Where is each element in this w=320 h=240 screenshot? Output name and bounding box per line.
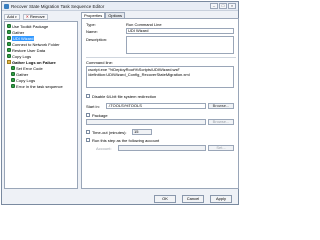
command-line-field[interactable]: cscript.exe "%DeployRoot%\Scripts\UDIWiz… [86,66,234,88]
step-check-icon [11,84,15,88]
account-field[interactable] [118,145,206,151]
divider [86,57,236,58]
add-label: Add [7,13,15,19]
close-button[interactable]: × [228,3,236,9]
type-value: Run Command Line [126,22,162,27]
tree-item-label: Copy Logs [12,53,32,59]
task-sequence-tree[interactable]: Use Toolkit Package Gather UDI Wizard Co… [4,21,78,189]
description-label: Description: [86,37,108,42]
app-icon [4,4,9,9]
folder-icon [7,60,11,64]
properties-panel: Type: Run Command Line Name: UDI Wizard … [81,18,239,189]
tree-item-error-in-task-sequence[interactable]: Error in the task sequence [11,83,63,89]
step-check-icon [7,42,11,46]
step-check-icon [7,54,11,58]
timeout-stepper[interactable]: 15 [132,129,152,135]
remove-label: Remove [30,13,45,19]
step-check-icon [7,36,11,40]
task-sequence-editor-window: Recover State Migration Task Sequence Ed… [1,1,239,205]
tree-item-label: Copy Logs [16,77,36,83]
start-in-field[interactable]: .\TOOLS\%TOOLS [106,103,206,109]
timeout-label: Time-out (minutes): [92,130,127,135]
apply-button[interactable]: Apply [210,195,232,203]
timeout-checkbox[interactable] [86,130,90,134]
set-account-button[interactable]: Set... [208,145,234,151]
window-controls: – □ × [210,3,236,9]
browse-start-in-button[interactable]: Browse... [208,103,234,109]
tree-item-label: Use Toolkit Package [12,23,49,29]
account-label: Account: [96,146,112,151]
run-as-checkbox[interactable] [86,138,90,142]
name-field[interactable]: UDI Wizard [126,28,234,34]
package-checkbox[interactable] [86,113,90,117]
tree-item-label: Restore User Data [12,47,46,53]
step-check-icon [7,48,11,52]
cancel-button[interactable]: Cancel [182,195,204,203]
tree-item-label: Connect to Network Folder [12,41,60,47]
tree-item-label: Gather [12,29,25,35]
step-check-icon [11,66,15,70]
tree-toolbar: Add ▾ ✕ Remove [4,13,78,20]
remove-icon: ✕ [25,13,29,19]
window-title: Recover State Migration Task Sequence Ed… [11,4,105,9]
tree-item-label: Gather Logs on Failure [12,59,56,65]
remove-button[interactable]: ✕ Remove [22,13,48,20]
browse-package-button[interactable]: Browse... [208,119,234,125]
start-in-label: Start in: [86,104,100,109]
type-label: Type: [86,22,96,27]
package-label: Package [92,113,108,118]
ok-button[interactable]: OK [154,195,176,203]
package-field[interactable] [86,119,206,125]
tree-item-label: Gather [16,71,29,77]
dialog-buttons: OK Cancel Apply [2,191,238,205]
step-check-icon [11,72,15,76]
tree-item-label: Set Error Code [16,65,43,71]
maximize-button[interactable]: □ [219,3,227,9]
tree-item-label: Error in the task sequence [16,83,63,89]
name-label: Name: [86,29,98,34]
title-bar: Recover State Migration Task Sequence Ed… [2,2,238,11]
step-check-icon [11,78,15,82]
add-button[interactable]: Add ▾ [4,13,20,20]
minimize-button[interactable]: – [210,3,218,9]
command-line-label: Command line: [86,60,113,65]
disable-64bit-checkbox[interactable] [86,94,90,98]
tree-item-label: UDI Wizard [12,35,35,41]
description-field[interactable] [126,36,234,54]
step-check-icon [7,24,11,28]
chevron-down-icon: ▾ [15,14,17,19]
disable-64bit-label: Disable 64-bit file system redirection [92,94,157,99]
run-as-label: Run this step as the following account [92,138,160,143]
step-check-icon [7,30,11,34]
